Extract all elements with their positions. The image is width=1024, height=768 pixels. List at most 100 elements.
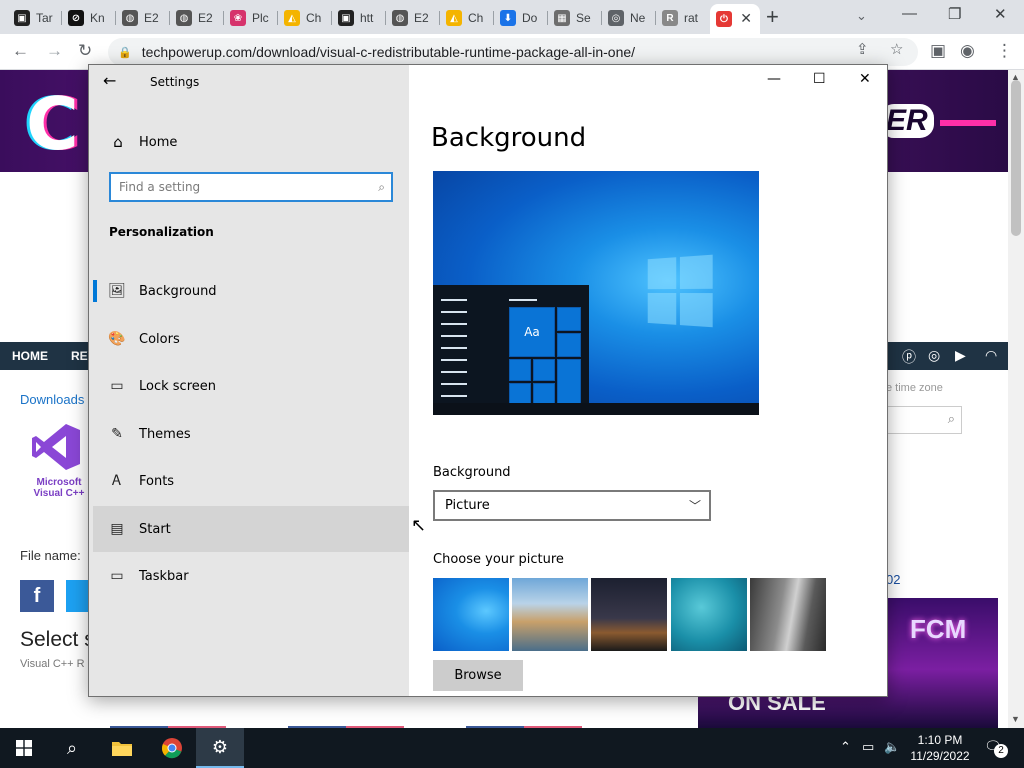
reload-icon[interactable]: ↻ (78, 41, 92, 61)
back-arrow-icon[interactable]: ← (103, 71, 116, 90)
browser-tab-strip: ▣ Tar ⊘ Kn ◍ E2 ◍ E2 ❀ Plc ◭ Ch ▣ htt ◍ E2 ◭ Ch ⬇ Do ▦ Se ◎ Ne R… (0, 0, 1024, 34)
settings-search-box[interactable]: ⌕ (109, 172, 393, 202)
browser-tab[interactable]: ◭ Ch (278, 4, 332, 32)
network-icon[interactable]: ▭ (862, 739, 874, 755)
tab-favicon-icon: ◭ (446, 10, 462, 26)
chrome-icon[interactable] (148, 728, 196, 768)
search-icon[interactable]: ⌕ (948, 411, 955, 427)
browse-button[interactable]: Browse (433, 660, 523, 691)
instagram-icon[interactable]: ◎ (928, 347, 940, 364)
new-tab-button[interactable]: + (766, 6, 779, 28)
search-input[interactable] (119, 180, 359, 194)
browser-tab[interactable]: ◍ E2 (386, 4, 440, 32)
tab-search-icon[interactable]: ⌄ (856, 8, 867, 24)
background-type-value: Picture (445, 498, 490, 513)
search-icon[interactable]: ⌕ (48, 728, 96, 768)
picture-thumbnail-1[interactable] (433, 578, 509, 651)
window-title: Settings (150, 75, 200, 89)
notification-center-icon[interactable]: 🗨 2 (984, 738, 1008, 758)
nav-home[interactable]: ⌂ Home (89, 125, 409, 159)
background-type-label: Background (433, 465, 511, 480)
volume-icon[interactable]: 🔈 (884, 739, 900, 755)
breadcrumb[interactable]: Downloads (20, 392, 84, 407)
tab-label: Ch (468, 11, 484, 25)
browser-tab[interactable]: ▣ Tar (8, 4, 62, 32)
close-icon[interactable]: ✕ (994, 5, 1007, 23)
share-icon[interactable]: ⇪ (856, 40, 869, 58)
side-panel-icon[interactable]: ▣ (930, 41, 946, 61)
nav-item-start[interactable]: ▤ Start (93, 506, 409, 552)
background-type-select[interactable]: Picture ﹀ (433, 490, 711, 521)
browser-tab[interactable]: Rrat (656, 4, 710, 32)
browser-tab[interactable]: ◎ Ne (602, 4, 656, 32)
visual-cpp-logo: Microsoft Visual C++ (30, 422, 90, 502)
youtube-icon[interactable]: ▶ (955, 347, 966, 364)
site-search-box[interactable]: ⌕ (886, 406, 962, 434)
picture-icon: 🖼 (108, 283, 126, 299)
browser-tab[interactable]: ▣ htt (332, 4, 386, 32)
patreon-icon[interactable]: ⓟ (902, 347, 916, 367)
preview-tile-text: Aa (524, 325, 540, 339)
minimize-icon[interactable]: — (767, 71, 781, 87)
twitter-share-icon[interactable] (66, 580, 90, 612)
browser-tab[interactable]: ▦ Se (548, 4, 602, 32)
tab-label: rat (684, 11, 699, 25)
facebook-share-icon[interactable]: f (20, 580, 54, 612)
picture-thumbnail-4[interactable] (671, 578, 747, 651)
minimize-icon[interactable]: — (902, 5, 917, 22)
tab-favicon-icon: ◍ (122, 10, 138, 26)
forward-arrow-icon[interactable]: → (46, 41, 63, 61)
site-nav-home[interactable]: HOME (12, 349, 48, 363)
chevron-down-icon: ﹀ (688, 499, 701, 513)
maximize-icon[interactable]: ☐ (813, 71, 826, 87)
tab-favicon-icon: ⊘ (68, 10, 84, 26)
browser-tab[interactable]: ⏻ ✕ (710, 4, 760, 34)
nav-item-label: Colors (139, 331, 180, 347)
lock-icon[interactable]: 🔒 (118, 46, 132, 59)
rss-icon[interactable]: ◠ (985, 347, 997, 364)
menu-dots-icon[interactable]: ⋮ (996, 41, 1013, 61)
close-icon[interactable]: ✕ (859, 71, 871, 87)
tab-favicon-icon: ▣ (338, 10, 354, 26)
back-arrow-icon[interactable]: ← (12, 41, 29, 61)
picture-thumbnail-5[interactable] (750, 578, 826, 651)
nav-item-lock-screen[interactable]: ▭ Lock screen (93, 363, 409, 409)
nav-item-taskbar[interactable]: ▭ Taskbar (93, 553, 409, 599)
picture-thumbnail-2[interactable] (512, 578, 588, 651)
scroll-down-icon[interactable]: ▼ (1011, 714, 1020, 724)
tab-close-icon[interactable]: ✕ (740, 10, 752, 27)
page-scrollbar[interactable]: ▲ ▼ (1008, 70, 1024, 728)
settings-gear-icon[interactable]: ⚙ (196, 728, 244, 768)
nav-item-colors[interactable]: 🎨 Colors (93, 316, 409, 362)
restore-icon[interactable]: ❐ (948, 5, 961, 23)
profile-avatar-icon[interactable]: ◉ (960, 41, 975, 61)
palette-icon: 🎨 (108, 331, 126, 347)
browser-tab[interactable]: ❀ Plc (224, 4, 278, 32)
scroll-thumb[interactable] (1011, 80, 1021, 236)
desktop-preview: Aa (433, 171, 759, 415)
browser-tab[interactable]: ◍ E2 (170, 4, 224, 32)
bookmark-star-icon[interactable]: ☆ (890, 40, 903, 58)
tab-label: Do (522, 11, 538, 25)
browser-tab[interactable]: ◍ E2 (116, 4, 170, 32)
browser-tab[interactable]: ◭ Ch (440, 4, 494, 32)
nav-item-fonts[interactable]: Ꭺ Fonts (93, 458, 409, 504)
tab-favicon-icon: ❀ (230, 10, 246, 26)
nav-home-label: Home (139, 134, 178, 150)
picture-thumbnail-3[interactable] (591, 578, 667, 651)
preview-taskbar (433, 403, 759, 415)
browser-tab[interactable]: ⬇ Do (494, 4, 548, 32)
nav-item-background[interactable]: 🖼 Background (93, 268, 409, 314)
nav-item-themes[interactable]: ✎ Themes (93, 411, 409, 457)
home-icon: ⌂ (113, 133, 123, 151)
file-explorer-icon[interactable] (98, 728, 146, 768)
browser-tab[interactable]: ⊘ Kn (62, 4, 116, 32)
url-text: techpowerup.com/download/visual-c-redist… (141, 44, 636, 60)
chevron-up-icon[interactable]: ⌃ (840, 739, 851, 755)
tab-label: E2 (414, 11, 429, 25)
windows-start-icon[interactable] (0, 728, 48, 768)
address-bar[interactable]: 🔒 techpowerup.com/download/visual-c-redi… (108, 38, 918, 66)
banner-accent-bar (940, 120, 996, 126)
taskbar-clock[interactable]: 1:10 PM 11/29/2022 (904, 732, 976, 764)
select-heading: Select s (20, 628, 95, 651)
